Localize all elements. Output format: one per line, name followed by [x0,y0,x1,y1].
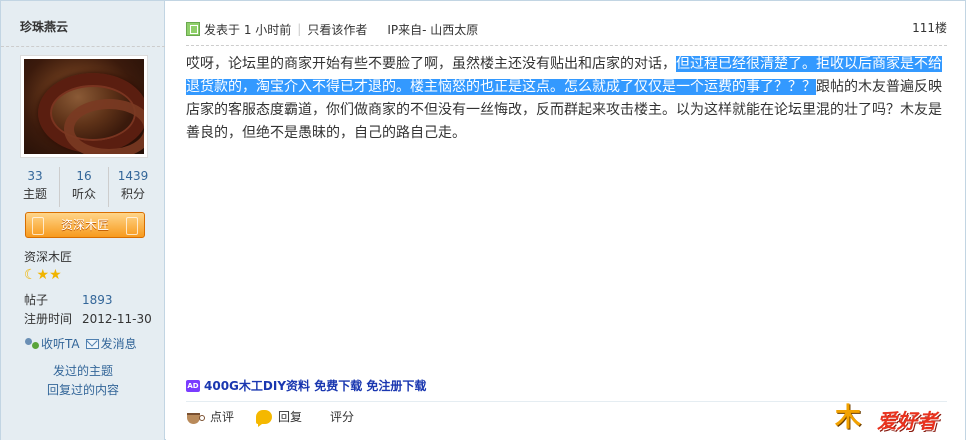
logo-mu: 木 [835,403,862,433]
only-author-link[interactable]: 只看该作者 [307,21,367,38]
reply-label: 回复 [278,410,303,424]
forum-post: 珍珠燕云 33 主题 16 听众 1439 积分 资深木匠 资深木匠 ☾★★ 帖… [0,0,966,440]
stat-topics-label: 主题 [22,187,47,201]
author-sidebar: 珍珠燕云 33 主题 16 听众 1439 积分 资深木匠 资深木匠 ☾★★ 帖… [1,1,165,440]
reg-value: 2012-11-30 [82,312,152,326]
stat-points-label: 积分 [120,187,145,201]
message-button[interactable]: 发消息 [85,335,137,352]
rank-stars-icon: ☾★★ [24,267,62,283]
follow-label: 收听TA [41,337,80,351]
rank-title[interactable]: 资深木匠 [24,248,72,265]
follow-icon [24,337,39,350]
site-logo: 木 爱好者 [835,403,955,435]
bottom-divider [186,401,947,402]
speech-bubble-icon [256,409,273,427]
header-separator: | [297,22,302,36]
link-author-topics[interactable]: 发过的主题 [1,362,165,379]
content-text-before: 哎呀，论坛里的商家开始有些不要脸了啊，虽然楼主还没有贴出和店家的对话， [186,56,676,72]
author-name[interactable]: 珍珠燕云 [1,1,165,47]
comment-button[interactable]: 点评 [186,408,234,425]
link-author-replies[interactable]: 回复过的内容 [1,381,165,398]
stat-points[interactable]: 1439 积分 [109,167,157,207]
post-content: 哎呀，论坛里的商家开始有些不要脸了啊，虽然楼主还没有贴出和店家的对话，但过程已经… [186,53,942,145]
logo-text: 爱好者 [877,409,937,433]
post-divider [186,45,947,46]
rate-button[interactable]: 评分 [330,408,354,425]
author-stats: 33 主题 16 听众 1439 积分 [11,167,157,207]
follow-button[interactable]: 收听TA [24,335,80,352]
stat-listeners-label: 听众 [71,187,96,201]
posts-count-row: 帖子 1893 [24,291,113,309]
author-actions: 收听TA 发消息 [24,335,137,352]
avatar-image[interactable] [24,59,144,154]
stat-listeners-count: 16 [76,169,92,183]
posts-value[interactable]: 1893 [82,293,113,307]
ad-link[interactable]: 400G木工DIY资料 免费下载 免注册下载 [204,377,426,394]
reg-label: 注册时间 [24,312,73,326]
online-status-icon [186,22,200,36]
floor-number[interactable]: 111楼 [912,19,947,36]
avatar[interactable] [20,55,148,158]
post-main: 发表于 1 小时前 | 只看该作者 IP来自- 山西太原 111楼 哎呀，论坛里… [166,1,965,440]
ad-icon: AD [186,379,200,392]
stat-listeners[interactable]: 16 听众 [60,167,109,207]
comment-label: 点评 [210,410,235,424]
ad-line: AD 400G木工DIY资料 免费下载 免注册下载 [186,377,426,394]
post-time: 发表于 1 小时前 [204,22,292,37]
stat-points-count: 1439 [117,169,149,183]
cup-icon [186,410,205,424]
envelope-icon [85,338,99,349]
stat-topics[interactable]: 33 主题 [11,167,60,207]
post-header: 发表于 1 小时前 | 只看该作者 IP来自- 山西太原 111楼 [186,18,947,40]
stat-topics-count: 33 [27,169,43,183]
message-label: 发消息 [100,337,137,351]
registration-row: 注册时间 2012-11-30 [24,310,152,328]
rate-label: 评分 [330,410,355,424]
reply-button[interactable]: 回复 [256,408,303,427]
rank-badge: 资深木匠 [25,212,145,238]
post-actions-bar: 点评 回复 评分 [186,408,376,427]
posts-label: 帖子 [24,293,49,307]
ip-location: IP来自- 山西太原 [387,22,479,37]
